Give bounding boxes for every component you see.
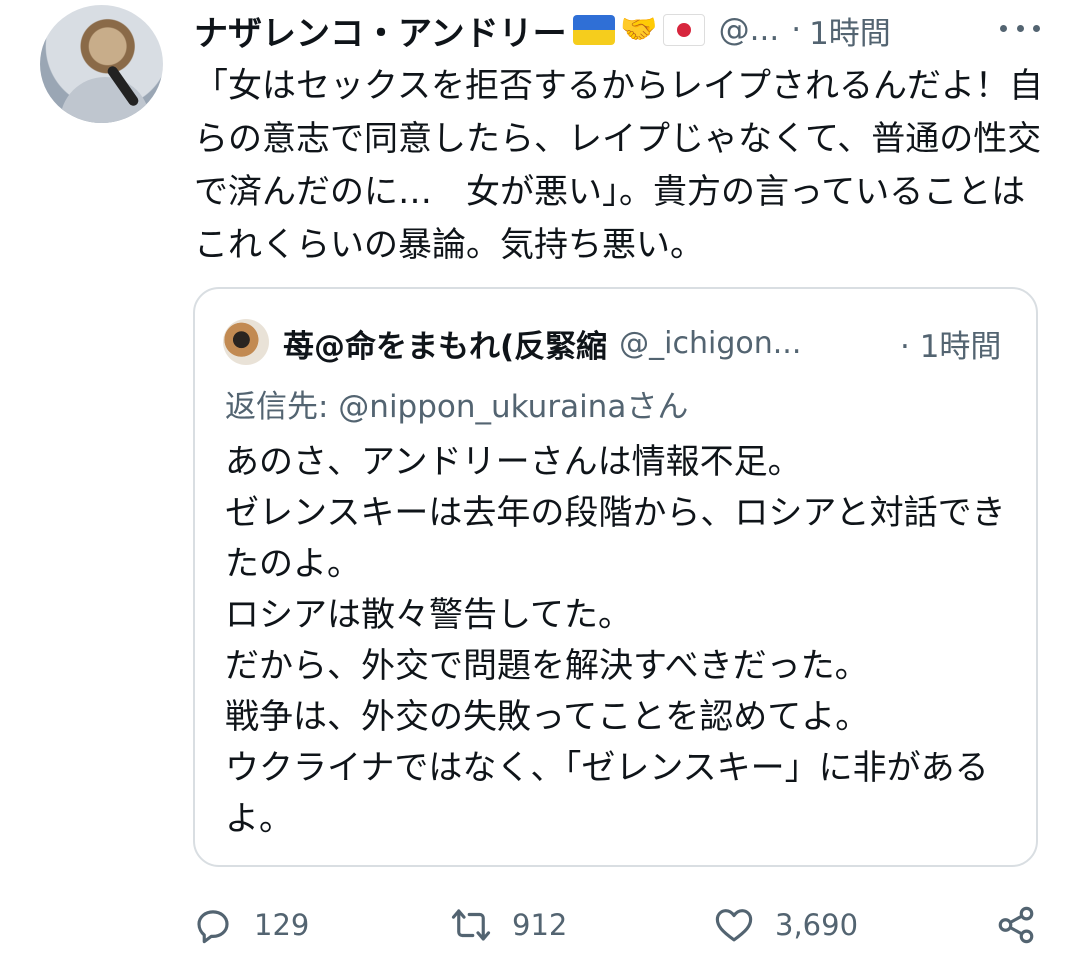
reply-icon <box>197 910 229 944</box>
like-count: 3,690 <box>775 908 859 942</box>
tweet-header: ナザレンコ・アンドリー 🤝 @... · 1時間 <box>194 6 891 55</box>
retweet-count: 912 <box>512 908 568 942</box>
author-avatar[interactable] <box>40 5 163 123</box>
separator-dot: · <box>791 12 802 48</box>
heart-icon <box>715 909 753 942</box>
quoted-tweet-time: · 1時間 <box>900 328 1002 365</box>
like-button[interactable]: 3,690 <box>713 895 858 955</box>
retweet-icon <box>451 909 491 941</box>
quoted-tweet[interactable]: 苺@命をまもれ(反緊縮 @_ichigon... · 1時間 返信先: @nip… <box>193 287 1038 867</box>
japan-flag-icon <box>662 14 705 46</box>
reply-to-line: 返信先: @nippon_ukurainaさん <box>225 389 689 425</box>
share-button[interactable] <box>995 895 1057 955</box>
quoted-author-avatar[interactable] <box>223 319 269 365</box>
share-icon <box>998 906 1034 944</box>
author-name[interactable]: ナザレンコ・アンドリー <box>194 6 567 55</box>
tweet-actions: 129 912 3,690 <box>0 895 1080 955</box>
quoted-tweet-header: 苺@命をまもれ(反緊縮 @_ichigon... <box>283 321 801 365</box>
quoted-author-name: 苺@命をまもれ(反緊縮 <box>283 328 608 365</box>
author-handle[interactable]: @... <box>719 12 780 48</box>
tweet-time[interactable]: 1時間 <box>809 8 891 53</box>
retweet-button[interactable]: 912 <box>450 895 567 955</box>
reply-button[interactable]: 129 <box>192 895 309 955</box>
quoted-author-handle: @_ichigon... <box>619 325 802 361</box>
reply-count: 129 <box>254 908 310 942</box>
handshake-icon: 🤝 <box>619 12 658 47</box>
tweet-text: 「女はセックスを拒否するからレイプされるんだよ！自らの意志で同意したら、レイプじ… <box>194 66 1043 265</box>
ukraine-flag-icon <box>572 15 615 45</box>
quoted-tweet-text: あのさ、アンドリーさんは情報不足。 ゼレンスキーは去年の段階から、ロシアと対話で… <box>225 442 1006 839</box>
more-options-icon[interactable] <box>1000 13 1040 43</box>
